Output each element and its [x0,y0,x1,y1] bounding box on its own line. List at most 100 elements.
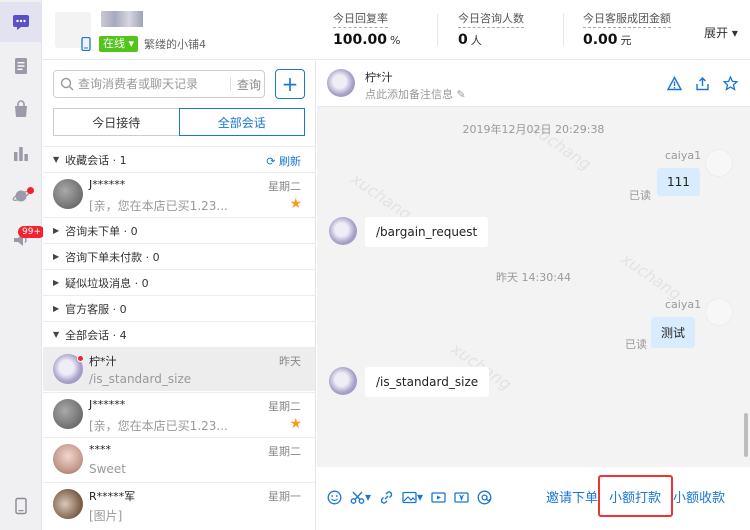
stat-unit: % [390,34,401,47]
avatar[interactable] [327,69,355,97]
video-icon[interactable] [431,489,446,505]
chat-icon [13,15,29,30]
stat-value: 0.00 [583,32,618,48]
icon-sidebar: 99+ [0,0,45,530]
customer-name: J****** [89,398,126,411]
sidebar-item-chat[interactable] [0,2,42,42]
group-all[interactable]: ▼ 全部会话 · 4 [43,321,315,347]
message-bubble-received[interactable]: /is_standard_size [365,367,490,397]
chat-header: 柠*汁 点此添加备注信息 ✎ [317,61,750,107]
new-conversation-button[interactable]: + [275,69,305,99]
shop-name-redacted [101,11,143,27]
tab-today[interactable]: 今日接待 [53,108,179,136]
sidebar-item-orders[interactable] [0,89,42,129]
star-icon[interactable]: ★ [289,196,302,212]
conversation-list-panel: 查询 + 今日接待 全部会话 ▼收藏会话 · 1 ⟳ 刷新 J****** [亲… [43,61,316,530]
emoji-icon[interactable] [327,489,342,505]
refresh-button[interactable]: ⟳ 刷新 [266,153,301,169]
message-preview: [图片] [89,509,123,523]
stat-value: 100.00 [333,32,388,48]
timestamp: 昨天 14:30:44 [496,271,571,284]
image-icon[interactable]: ▾ [402,489,423,505]
list-item[interactable]: R*****军 [图片] 星期一 [43,482,315,526]
message-bubble-sent[interactable]: 111 [657,168,700,196]
caret-right-icon: ▶ [53,304,60,313]
warning-icon[interactable] [666,75,682,91]
customer-name: R*****军 [89,490,136,503]
scissors-icon[interactable]: ▾ [350,489,371,505]
search-button[interactable]: 查询 [237,76,261,93]
caret-down-icon: ▼ [53,155,60,164]
coupon-icon[interactable] [454,489,469,505]
caret-right-icon: ▶ [53,226,60,235]
at-mention-icon[interactable] [477,489,492,505]
stat-label: 今日回复率 [333,10,388,28]
share-icon[interactable] [694,75,710,91]
stat-unit: 人 [470,34,482,47]
remark-link[interactable]: 点此添加备注信息 ✎ [365,86,466,102]
plus-icon: + [281,72,299,96]
customer-name: 柠*汁 [89,355,117,368]
customer-name: **** [89,443,111,456]
group-favorites[interactable]: ▼ 收藏会话 · 1 ⟳ 刷新 [43,146,315,172]
sidebar-item-stats[interactable] [0,133,42,173]
small-collect-button[interactable]: 小额收款 [673,487,725,506]
message-time: 星期一 [268,490,301,503]
timestamp: 2019年12月02日 20:29:38 [462,123,605,136]
stat-value: 0 [458,32,468,48]
stat-consult-count: 今日咨询人数 0人 [458,10,524,48]
search-input[interactable] [78,77,228,91]
search-icon [60,77,74,91]
mobile-phone-icon [81,37,91,51]
online-status-dropdown[interactable]: 在线 ▾ [99,36,139,52]
avatar [53,399,83,429]
message-time: 星期二 [268,400,301,413]
chat-title: 柠*汁 [365,71,393,84]
sub-account-name: 繁缕的小铺4 [144,38,207,51]
group-official[interactable]: ▶ 官方客服 · 0 [43,295,315,321]
account-status: 在线 ▾ 繁缕的小铺4 [79,36,206,52]
avatar [329,367,357,395]
message-time: 星期二 [268,445,301,458]
shopping-bag-icon [15,100,27,117]
star-outline-icon[interactable] [722,75,738,91]
sidebar-item-explore[interactable] [0,176,42,216]
caret-right-icon: ▶ [53,278,60,287]
sidebar-item-device[interactable] [0,486,42,526]
message-area[interactable]: xuchang xuchang xuchang xuchang 2019年12月… [317,107,750,467]
list-item[interactable]: 柠*汁 /is_standard_size 昨天 [43,347,315,391]
unread-badge: 99+ [18,226,45,238]
avatar [53,489,83,519]
tab-all-conversations[interactable]: 全部会话 [178,108,305,136]
message-bubble-received[interactable]: /bargain_request [365,217,489,247]
avatar [705,298,733,326]
document-icon [15,58,27,74]
list-item[interactable]: **** Sweet 星期二 [43,437,315,481]
invite-order-button[interactable]: 邀请下单 [546,487,598,506]
group-unpaid[interactable]: ▶ 咨询下单未付款 · 0 [43,243,315,269]
sidebar-item-announcements[interactable]: 99+ [0,220,45,260]
list-item[interactable]: J****** [亲，您在本店已买1.23... 星期二 ★ [43,172,315,216]
input-toolbar: ▾ ▾ 邀请下单 小额打款 小额收款 [317,467,750,530]
list-item[interactable]: J****** [亲，您在本店已买1.23... 星期二 ★ [43,392,315,436]
scrollbar[interactable] [744,413,748,457]
caret-right-icon: ▶ [53,252,60,261]
star-icon[interactable]: ★ [289,416,302,432]
stat-reply-rate: 今日回复率 100.00% [333,10,400,48]
stat-unit: 元 [620,34,632,47]
read-status: 已读 [625,338,647,351]
caret-down-icon: ▼ [53,330,60,339]
avatar [53,179,83,209]
avatar [705,149,733,177]
read-status: 已读 [629,189,651,202]
sidebar-item-documents[interactable] [0,46,42,86]
stat-label: 今日咨询人数 [458,10,524,28]
group-no-order[interactable]: ▶ 咨询未下单 · 0 [43,217,315,243]
expand-button[interactable]: 展开 ▾ [704,24,738,41]
link-icon[interactable] [379,489,394,505]
customer-name: J****** [89,178,126,191]
edit-icon: ✎ [456,88,466,101]
message-bubble-sent[interactable]: 测试 [651,317,696,348]
group-spam[interactable]: ▶ 疑似垃圾消息 · 0 [43,269,315,295]
avatar [53,444,83,474]
